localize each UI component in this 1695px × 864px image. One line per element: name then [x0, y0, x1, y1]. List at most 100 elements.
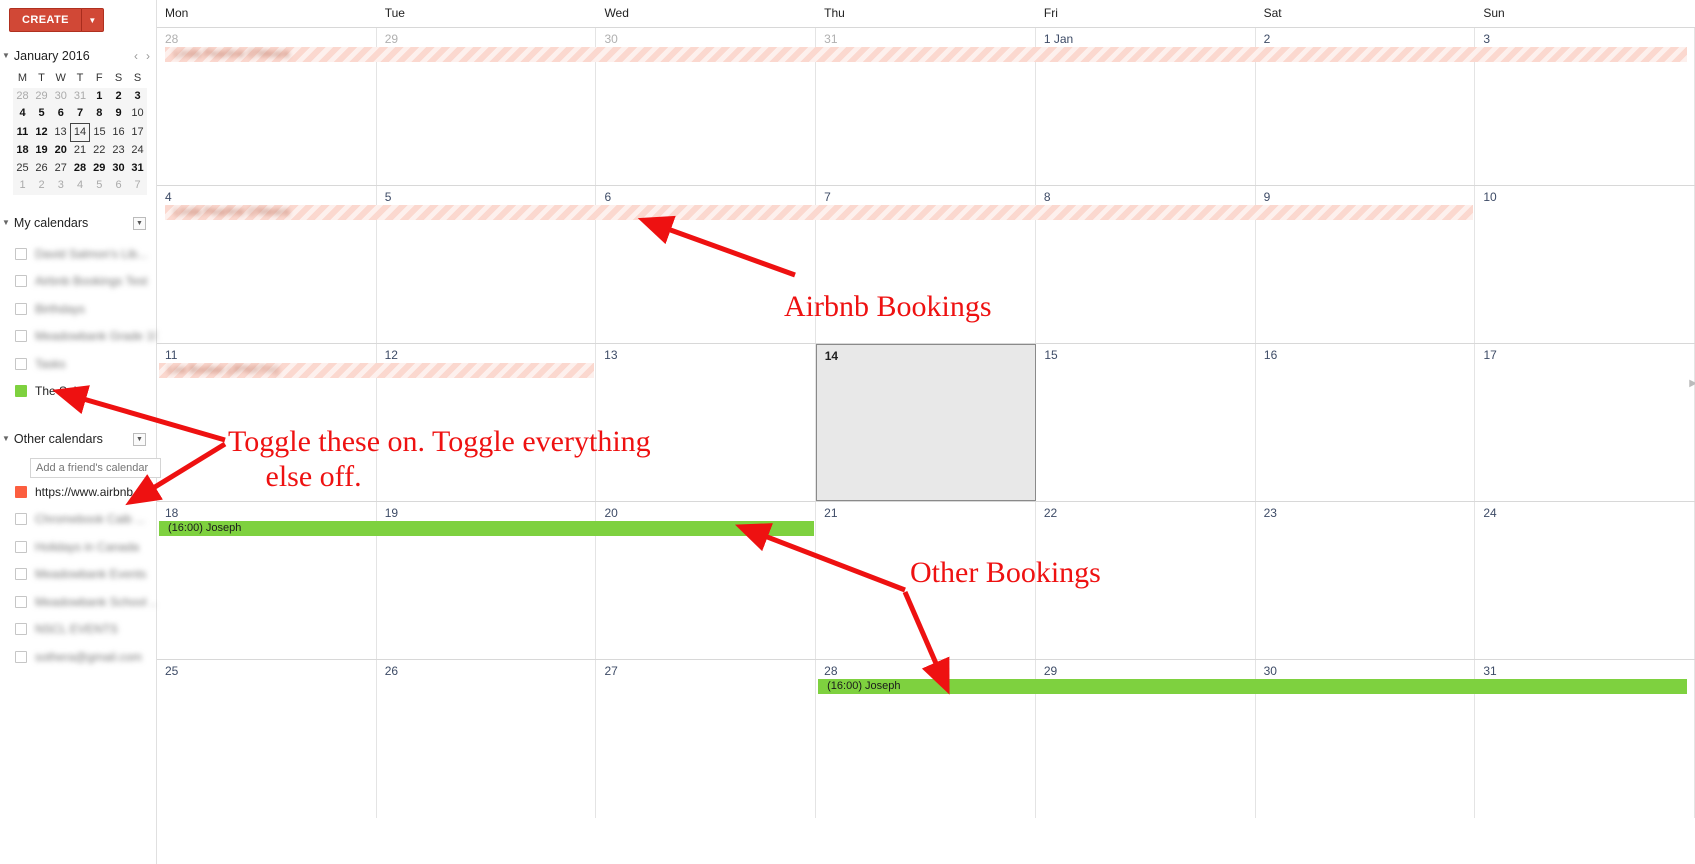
mini-calendar-day[interactable]: 2 — [32, 177, 51, 195]
mini-calendar-day[interactable]: 11 — [13, 123, 32, 142]
my-calendars-collapse-icon[interactable]: ▼ — [2, 219, 10, 227]
calendar-checkbox[interactable] — [15, 357, 27, 370]
day-cell[interactable]: 25 — [157, 660, 377, 818]
mini-calendar-day[interactable]: 3 — [51, 177, 71, 195]
mini-calendar-day[interactable]: 28 — [70, 159, 90, 177]
mini-calendar-day[interactable]: 12 — [32, 123, 51, 142]
mini-calendar-day[interactable]: 31 — [70, 87, 90, 105]
my-calendar-item[interactable]: Airbnb Bookings Test — [0, 268, 157, 296]
other-calendars-collapse-icon[interactable]: ▼ — [2, 435, 10, 443]
event-bar-airbnb[interactable]: Linda Pearline O'Meara — [165, 205, 1474, 220]
mini-calendar-day[interactable]: 20 — [51, 141, 71, 160]
mini-calendar-day[interactable]: 7 — [70, 105, 90, 123]
mini-calendar-day[interactable]: 15 — [89, 123, 109, 142]
mini-calendar-day[interactable]: 29 — [32, 87, 51, 105]
mini-calendar-day[interactable]: 21 — [70, 141, 90, 160]
day-cell[interactable]: 16 — [1256, 344, 1476, 501]
mini-calendar-day[interactable]: 31 — [128, 159, 147, 177]
calendar-checkbox[interactable] — [15, 513, 27, 526]
mini-calendar-body[interactable]: 28 29 30 31 1 2 3 4 5 6 7 8 9 10 11 12 13 14 15 16 17 18 19 20 2… — [13, 87, 147, 195]
mini-calendar-collapse-icon[interactable]: ▼ — [2, 52, 10, 60]
calendar-checkbox[interactable] — [15, 275, 27, 288]
event-bar-booking[interactable]: (16:00) Joseph — [818, 679, 1687, 694]
mini-calendar-day[interactable]: 26 — [32, 159, 51, 177]
other-calendar-item[interactable]: sothera@gmail.com — [0, 643, 157, 671]
calendar-checkbox[interactable] — [15, 568, 27, 581]
calendar-checkbox[interactable] — [15, 540, 27, 553]
mini-calendar-day[interactable]: 8 — [89, 105, 109, 123]
other-calendar-item[interactable]: NSCL EVENTS — [0, 616, 157, 644]
mini-calendar-day[interactable]: 9 — [109, 105, 128, 123]
mini-calendar-day[interactable]: 24 — [128, 141, 147, 160]
mini-calendar-day[interactable]: 4 — [70, 177, 90, 195]
mini-calendar-day[interactable]: 23 — [109, 141, 128, 160]
mini-calendar-day[interactable]: 30 — [109, 159, 128, 177]
mini-calendar-next-icon[interactable]: › — [142, 49, 154, 63]
event-bar-booking[interactable]: (16:00) Joseph — [159, 521, 815, 536]
my-calendar-item[interactable]: David Salmon's Lib... — [0, 240, 157, 268]
calendar-checkbox[interactable] — [15, 650, 27, 663]
other-calendar-item[interactable]: Chromebook Caib ... — [0, 506, 157, 534]
mini-calendar-day[interactable]: 27 — [51, 159, 71, 177]
create-dropdown-arrow-icon[interactable]: ▼ — [81, 8, 104, 32]
mini-calendar-weekday-row: MTWTFSS — [13, 70, 147, 88]
other-calendar-item[interactable]: Meadowbank Events — [0, 561, 157, 589]
mini-calendar[interactable]: MTWTFSS 28 29 30 31 1 2 3 4 5 6 7 8 9 10 11 12 13 14 15 16 1… — [13, 70, 147, 195]
mini-calendar-day[interactable]: 5 — [89, 177, 109, 195]
event-bar-airbnb[interactable]: Linda Pearline O'Meara — [165, 47, 1687, 62]
day-number: 25 — [165, 664, 179, 678]
my-calendar-item[interactable]: The Suite — [0, 378, 157, 406]
mini-calendar-day[interactable]: 5 — [32, 105, 51, 123]
event-bar-airbnb[interactable]: Lee Booker (JPNXTm) — [159, 363, 595, 378]
calendar-checkbox[interactable] — [15, 302, 27, 315]
mini-calendar-day[interactable]: 18 — [13, 141, 32, 160]
mini-calendar-day[interactable]: 10 — [128, 105, 147, 123]
day-cell[interactable]: 13 — [596, 344, 816, 501]
my-calendar-item[interactable]: Meadowbank Grade 10 — [0, 323, 157, 351]
other-calendars-settings-icon[interactable]: ▼ — [133, 432, 146, 446]
calendar-color-swatch[interactable] — [15, 385, 27, 398]
calendar-checkbox[interactable] — [15, 623, 27, 636]
mini-calendar-day[interactable]: 29 — [89, 159, 109, 177]
calendar-color-swatch[interactable] — [15, 485, 27, 498]
mini-calendar-day[interactable]: 3 — [128, 87, 147, 105]
mini-calendar-day[interactable]: 4 — [13, 105, 32, 123]
calendar-checkbox[interactable] — [15, 330, 27, 343]
day-cell[interactable]: 10 — [1475, 186, 1695, 343]
my-calendar-item[interactable]: Tasks — [0, 350, 157, 378]
calendar-checkbox[interactable] — [15, 247, 27, 260]
mini-calendar-day[interactable]: 13 — [51, 123, 71, 142]
day-cell[interactable]: 24 — [1475, 502, 1695, 659]
mini-calendar-day[interactable]: 30 — [51, 87, 71, 105]
mini-calendar-day[interactable]: 16 — [109, 123, 128, 142]
other-calendar-item[interactable]: Meadowbank School ... — [0, 588, 157, 616]
mini-calendar-day[interactable]: 6 — [51, 105, 71, 123]
mini-calendar-day[interactable]: 28 — [13, 87, 32, 105]
day-cell[interactable]: 15 — [1036, 344, 1256, 501]
mini-calendar-day[interactable]: 7 — [128, 177, 147, 195]
mini-calendar-today[interactable]: 14 — [70, 122, 90, 142]
mini-calendar-day[interactable]: 1 — [89, 87, 109, 105]
day-cell-today[interactable]: 14 — [815, 344, 1037, 501]
mini-calendar-day[interactable]: 22 — [89, 141, 109, 160]
add-friend-calendar-input[interactable] — [30, 458, 161, 478]
calendar-checkbox[interactable] — [15, 595, 27, 608]
create-button[interactable]: CREATE — [9, 8, 82, 32]
mini-calendar-day[interactable]: 25 — [13, 159, 32, 177]
other-calendar-item[interactable]: https://www.airbnb.c... — [0, 478, 157, 506]
mini-calendar-day[interactable]: 6 — [109, 177, 128, 195]
day-cell[interactable]: 21 — [816, 502, 1036, 659]
other-calendar-item[interactable]: Holidays in Canada — [0, 533, 157, 561]
day-cell[interactable]: 17 — [1475, 344, 1695, 501]
mini-calendar-prev-icon[interactable]: ‹ — [130, 49, 142, 63]
day-cell[interactable]: 23 — [1256, 502, 1476, 659]
day-cell[interactable]: 22 — [1036, 502, 1256, 659]
mini-calendar-day[interactable]: 17 — [128, 123, 147, 142]
my-calendars-settings-icon[interactable]: ▼ — [133, 216, 146, 230]
mini-calendar-day[interactable]: 1 — [13, 177, 32, 195]
my-calendar-item[interactable]: Birthdays — [0, 295, 157, 323]
day-cell[interactable]: 27 — [596, 660, 817, 818]
day-cell[interactable]: 26 — [377, 660, 597, 818]
mini-calendar-day[interactable]: 19 — [32, 141, 51, 160]
mini-calendar-day[interactable]: 2 — [109, 87, 128, 105]
